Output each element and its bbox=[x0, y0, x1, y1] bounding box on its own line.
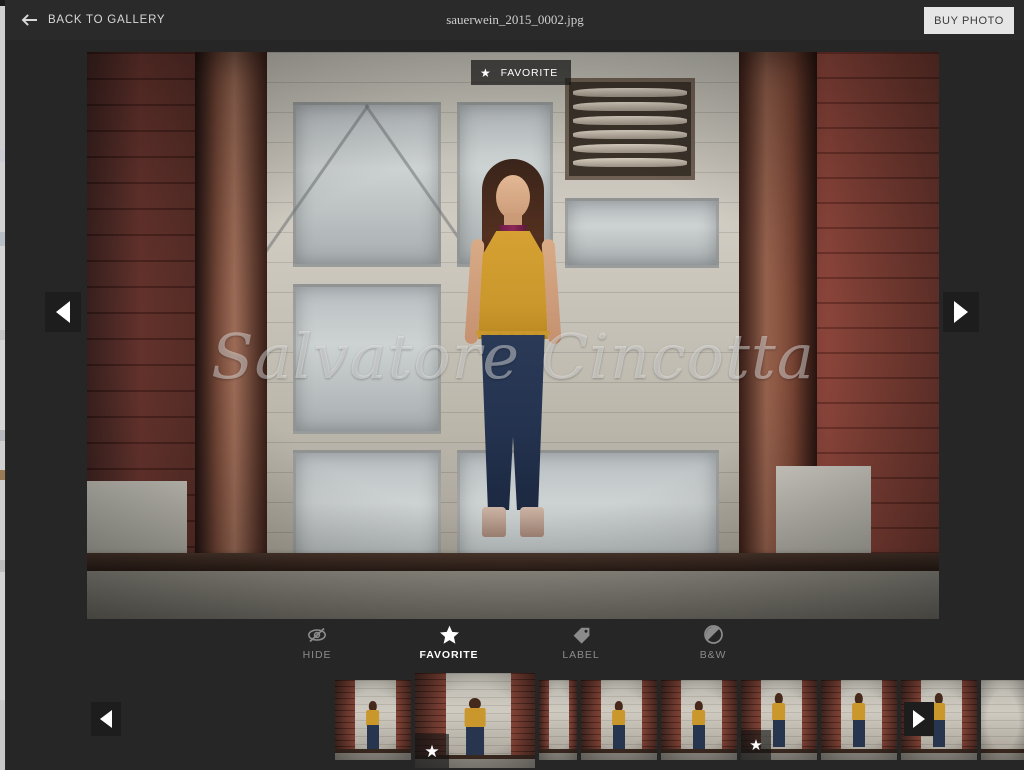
favorite-badge[interactable]: ★ FAVORITE bbox=[471, 60, 572, 85]
favorite-button[interactable]: FAVORITE bbox=[412, 625, 486, 661]
back-to-gallery-label: BACK TO GALLERY bbox=[48, 14, 166, 26]
star-icon: ★ bbox=[480, 65, 492, 80]
filmstrip-previous-button[interactable] bbox=[91, 702, 121, 736]
thumbnail-2[interactable]: ★ bbox=[415, 673, 535, 768]
label-label: LABEL bbox=[562, 649, 600, 661]
photo-door-panel-mid-left bbox=[293, 284, 441, 434]
thumbnail-3[interactable] bbox=[539, 680, 577, 760]
triangle-right-icon bbox=[913, 710, 925, 728]
thumbnail-favorite-star-icon: ★ bbox=[741, 730, 771, 760]
bw-button[interactable]: B&W bbox=[676, 625, 750, 661]
photo-door-panel-upper-left bbox=[293, 102, 441, 267]
thumbnail-4[interactable] bbox=[581, 680, 657, 760]
photo-door-panel-under-vent bbox=[565, 198, 719, 268]
photo-viewer-app: BACK TO GALLERY sauerwein_2015_0002.jpg … bbox=[6, 0, 1024, 770]
eye-slash-icon bbox=[307, 625, 327, 644]
triangle-left-icon bbox=[100, 710, 112, 728]
back-to-gallery-button[interactable]: BACK TO GALLERY bbox=[20, 0, 165, 40]
photo-subject bbox=[448, 159, 578, 579]
thumbnail-filmstrip: ★ ★ bbox=[6, 670, 1024, 770]
label-button[interactable]: LABEL bbox=[544, 625, 618, 661]
header-bar: BACK TO GALLERY sauerwein_2015_0002.jpg … bbox=[6, 0, 1024, 40]
favorite-label: FAVORITE bbox=[419, 649, 479, 661]
hide-label: HIDE bbox=[302, 649, 332, 661]
arrow-left-icon bbox=[20, 13, 38, 27]
hide-button[interactable]: HIDE bbox=[280, 625, 354, 661]
photo-pilaster-left bbox=[195, 52, 267, 619]
action-toolbar: HIDE FAVORITE LABEL B&W bbox=[6, 622, 1024, 670]
next-photo-button[interactable] bbox=[943, 292, 979, 332]
photo-vent bbox=[565, 78, 695, 180]
triangle-right-icon bbox=[954, 301, 968, 323]
thumbnail-6[interactable]: ★ bbox=[741, 680, 817, 760]
bw-label: B&W bbox=[699, 649, 727, 661]
thumbnail-1[interactable] bbox=[335, 680, 411, 760]
star-icon bbox=[439, 625, 460, 644]
filmstrip-next-button[interactable] bbox=[904, 702, 934, 736]
previous-photo-button[interactable] bbox=[45, 292, 81, 332]
half-circle-icon bbox=[703, 625, 723, 644]
thumbnail-favorite-star-icon: ★ bbox=[415, 734, 449, 768]
triangle-left-icon bbox=[56, 301, 70, 323]
favorite-badge-label: FAVORITE bbox=[500, 66, 559, 79]
thumbnail-list: ★ ★ bbox=[335, 670, 1024, 770]
photo-artwork bbox=[87, 52, 939, 619]
photo-door-xbrace bbox=[296, 105, 438, 264]
buy-photo-button[interactable]: BUY PHOTO bbox=[924, 7, 1014, 34]
photo-stage: Salvatore Cincotta ★ FAVORITE bbox=[6, 40, 1024, 628]
thumbnail-7[interactable] bbox=[821, 680, 897, 760]
main-photo[interactable]: Salvatore Cincotta ★ FAVORITE bbox=[87, 52, 939, 619]
thumbnail-5[interactable] bbox=[661, 680, 737, 760]
thumbnail-9[interactable] bbox=[981, 680, 1024, 760]
tag-icon bbox=[572, 625, 591, 644]
